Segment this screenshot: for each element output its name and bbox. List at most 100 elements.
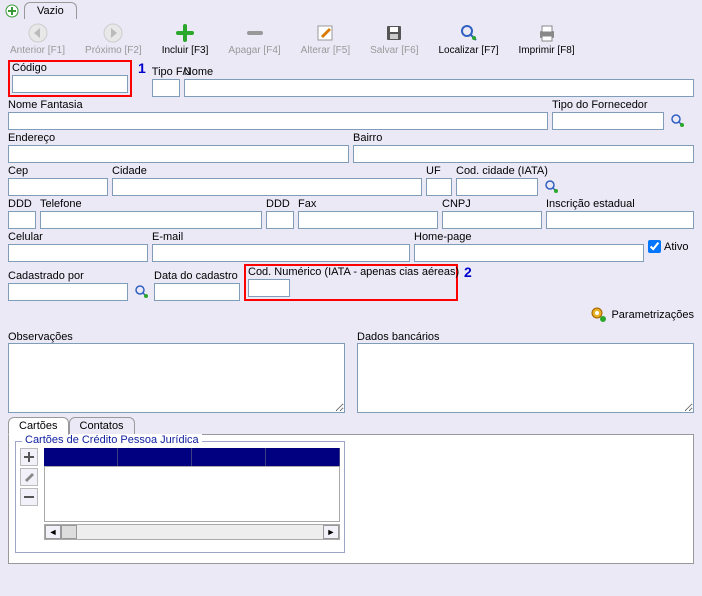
cod-cidade-iata-label: Cod. cidade (IATA)	[456, 165, 538, 177]
cep-input[interactable]	[8, 178, 108, 196]
ativo-label: Ativo	[664, 241, 688, 253]
form-area: Código 1 Tipo F/J Nome Nome Fantasia Tip…	[0, 60, 702, 323]
grid-remove-button[interactable]	[20, 488, 38, 506]
tab-contatos[interactable]: Contatos	[69, 417, 135, 435]
ddd2-input[interactable]	[266, 211, 294, 229]
anterior-button[interactable]: Anterior [F1]	[10, 23, 65, 56]
data-cadastro-input[interactable]	[154, 283, 240, 301]
cadastrado-por-lookup[interactable]	[134, 284, 150, 300]
apagar-button[interactable]: Apagar [F4]	[228, 23, 280, 56]
alterar-label: Alterar [F5]	[301, 45, 350, 56]
imprimir-button[interactable]: Imprimir [F8]	[519, 23, 575, 56]
cadastrado-por-label: Cadastrado por	[8, 270, 128, 282]
uf-input[interactable]	[426, 178, 452, 196]
telefone-input[interactable]	[40, 211, 262, 229]
alterar-button[interactable]: Alterar [F5]	[301, 23, 350, 56]
tipo-fornecedor-label: Tipo do Fornecedor	[552, 99, 664, 111]
grid-body[interactable]	[44, 466, 340, 522]
insc-estadual-input[interactable]	[546, 211, 694, 229]
callout-1: 1	[138, 60, 146, 76]
grid-col-1	[44, 448, 118, 466]
cnpj-input[interactable]	[442, 211, 542, 229]
arrow-left-icon	[28, 23, 48, 43]
codigo-label: Código	[12, 62, 128, 74]
tipofj-input[interactable]	[152, 79, 180, 97]
codigo-highlight: Código	[8, 60, 132, 97]
incluir-label: Incluir [F3]	[162, 45, 209, 56]
data-cadastro-label: Data do cadastro	[154, 270, 240, 282]
proximo-button[interactable]: Próximo [F2]	[85, 23, 142, 56]
localizar-button[interactable]: Localizar [F7]	[439, 23, 499, 56]
grid-add-button[interactable]	[20, 448, 38, 466]
tab-vazio[interactable]: Vazio	[24, 2, 77, 19]
insc-estadual-label: Inscrição estadual	[546, 198, 694, 210]
grid-edit-button[interactable]	[20, 468, 38, 486]
sub-tabs: Cartões Contatos	[0, 417, 702, 435]
cidade-input[interactable]	[112, 178, 422, 196]
grid-hscroll[interactable]: ◄ ►	[44, 524, 340, 540]
ddd-input[interactable]	[8, 211, 36, 229]
email-input[interactable]	[152, 244, 410, 262]
parametrizacoes-link[interactable]: Parametrizações	[591, 307, 694, 323]
tipofj-label: Tipo F/J	[152, 66, 180, 78]
grid-col-3	[192, 448, 266, 466]
scroll-right-button[interactable]: ►	[323, 525, 339, 539]
homepage-label: Home-page	[414, 231, 644, 243]
minus-icon	[245, 23, 265, 43]
cod-cidade-iata-input[interactable]	[456, 178, 538, 196]
cadastrado-por-input[interactable]	[8, 283, 128, 301]
nome-fantasia-label: Nome Fantasia	[8, 99, 548, 111]
apagar-label: Apagar [F4]	[228, 45, 280, 56]
cod-numerico-iata-input[interactable]	[248, 279, 290, 297]
print-icon	[537, 23, 557, 43]
cartoes-panel: Cartões de Crédito Pessoa Jurídica ◄ ►	[8, 434, 694, 564]
scroll-left-button[interactable]: ◄	[45, 525, 61, 539]
celular-label: Celular	[8, 231, 148, 243]
arrow-right-icon	[103, 23, 123, 43]
celular-input[interactable]	[8, 244, 148, 262]
tab-cartoes[interactable]: Cartões	[8, 417, 69, 435]
bairro-label: Bairro	[353, 132, 694, 144]
cod-cidade-iata-lookup[interactable]	[544, 179, 560, 195]
grid-col-2	[118, 448, 192, 466]
cnpj-label: CNPJ	[442, 198, 542, 210]
endereco-input[interactable]	[8, 145, 349, 163]
incluir-button[interactable]: Incluir [F3]	[162, 23, 209, 56]
save-icon	[384, 23, 404, 43]
telefone-label: Telefone	[40, 198, 262, 210]
gear-icon	[591, 307, 607, 323]
nome-label: Nome	[184, 66, 694, 78]
imprimir-label: Imprimir [F8]	[519, 45, 575, 56]
cep-label: Cep	[8, 165, 108, 177]
nome-input[interactable]	[184, 79, 694, 97]
tipo-fornecedor-input[interactable]	[552, 112, 664, 130]
observacoes-textarea[interactable]	[8, 343, 345, 413]
add-tab-button[interactable]	[4, 3, 20, 19]
nome-fantasia-input[interactable]	[8, 112, 548, 130]
homepage-input[interactable]	[414, 244, 644, 262]
grid-header	[44, 448, 340, 466]
cod-numerico-iata-label: Cod. Numérico (IATA - apenas cias aéreas…	[248, 266, 454, 278]
dados-bancarios-textarea[interactable]	[357, 343, 694, 413]
observacoes-label: Observações	[8, 331, 345, 343]
ddd-label: DDD	[8, 198, 36, 210]
scroll-thumb[interactable]	[61, 525, 77, 539]
proximo-label: Próximo [F2]	[85, 45, 142, 56]
tipo-fornecedor-lookup[interactable]	[670, 113, 686, 129]
fax-label: Fax	[298, 198, 438, 210]
dados-bancarios-label: Dados bancários	[357, 331, 694, 343]
salvar-button[interactable]: Salvar [F6]	[370, 23, 418, 56]
localizar-label: Localizar [F7]	[439, 45, 499, 56]
salvar-label: Salvar [F6]	[370, 45, 418, 56]
search-icon	[459, 23, 479, 43]
fax-input[interactable]	[298, 211, 438, 229]
codigo-input[interactable]	[12, 75, 128, 93]
ddd2-label: DDD	[266, 198, 294, 210]
ativo-checkbox[interactable]	[648, 240, 661, 253]
endereco-label: Endereço	[8, 132, 349, 144]
cod-numerico-highlight: Cod. Numérico (IATA - apenas cias aéreas…	[244, 264, 458, 301]
tab-bar: Vazio	[0, 0, 702, 19]
bairro-input[interactable]	[353, 145, 694, 163]
email-label: E-mail	[152, 231, 410, 243]
anterior-label: Anterior [F1]	[10, 45, 65, 56]
